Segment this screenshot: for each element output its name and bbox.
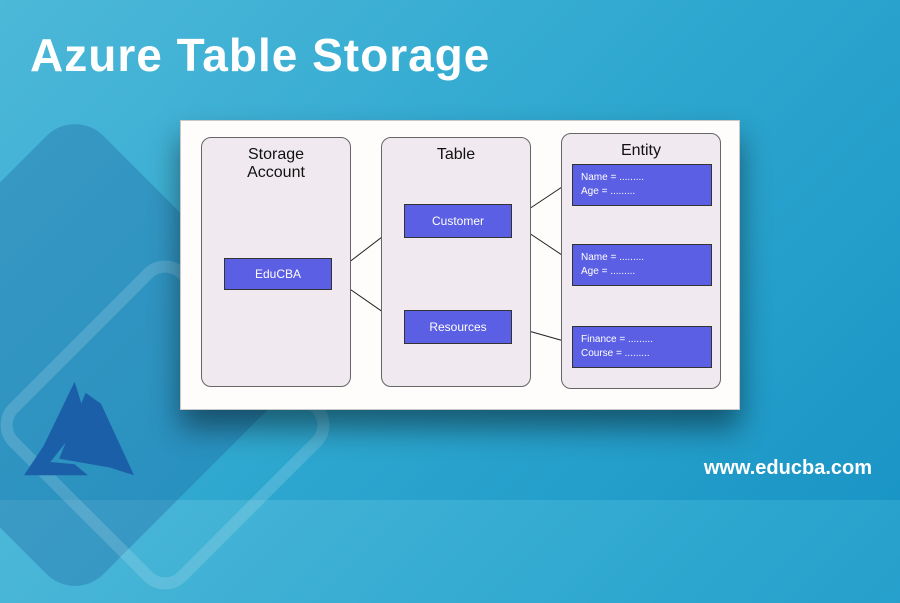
diagram-card: Storage Account EduCBA Table Customer Re…	[180, 120, 740, 410]
entity-line: Name = .........	[581, 171, 703, 185]
column-header-table: Table	[382, 146, 530, 164]
entity-line: Age = .........	[581, 185, 703, 199]
website-url: www.educba.com	[704, 457, 872, 480]
column-header-account: Storage Account	[202, 146, 350, 182]
column-storage-account: Storage Account EduCBA	[201, 137, 351, 387]
column-header-entity: Entity	[562, 142, 720, 160]
azure-logo-icon	[24, 381, 134, 476]
entity-line: Age = .........	[581, 265, 703, 279]
node-entity-1: Name = ......... Age = .........	[572, 244, 712, 286]
column-entity: Entity Name = ......... Age = ......... …	[561, 133, 721, 389]
node-table-resources: Resources	[404, 310, 512, 344]
entity-line: Name = .........	[581, 251, 703, 265]
node-entity-0: Name = ......... Age = .........	[572, 164, 712, 206]
entity-line: Course = .........	[581, 347, 703, 361]
column-table: Table Customer Resources	[381, 137, 531, 387]
node-account-educba: EduCBA	[224, 258, 332, 290]
node-table-customer: Customer	[404, 204, 512, 238]
page-title: Azure Table Storage	[30, 28, 490, 82]
node-entity-2: Finance = ......... Course = .........	[572, 326, 712, 368]
entity-line: Finance = .........	[581, 333, 703, 347]
